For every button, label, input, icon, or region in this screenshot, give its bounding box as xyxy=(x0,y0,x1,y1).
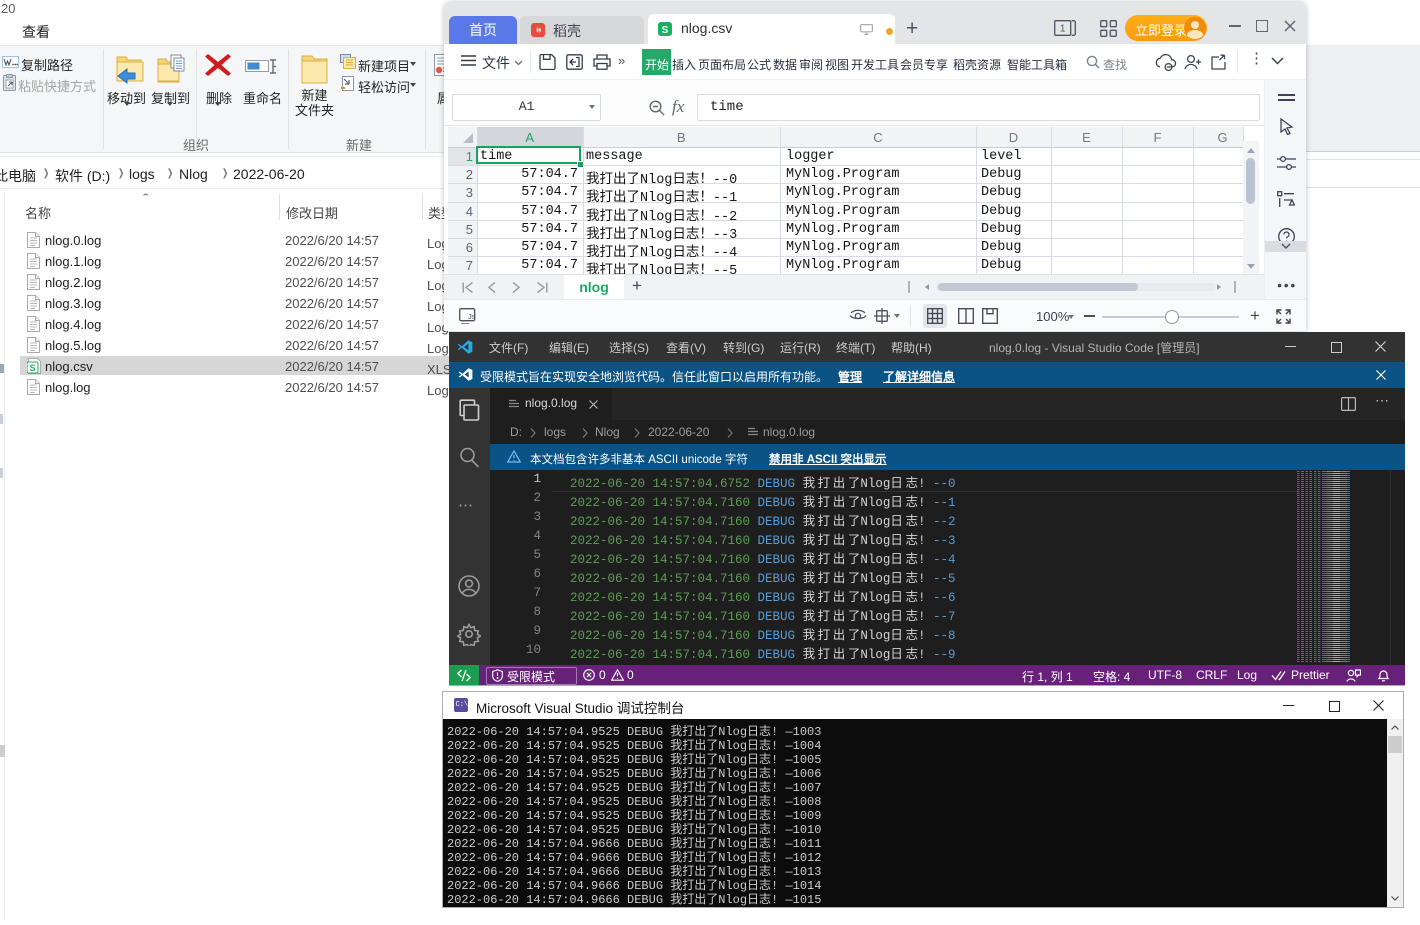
svg-text:S: S xyxy=(29,363,35,373)
svg-text:Js: Js xyxy=(468,312,476,321)
